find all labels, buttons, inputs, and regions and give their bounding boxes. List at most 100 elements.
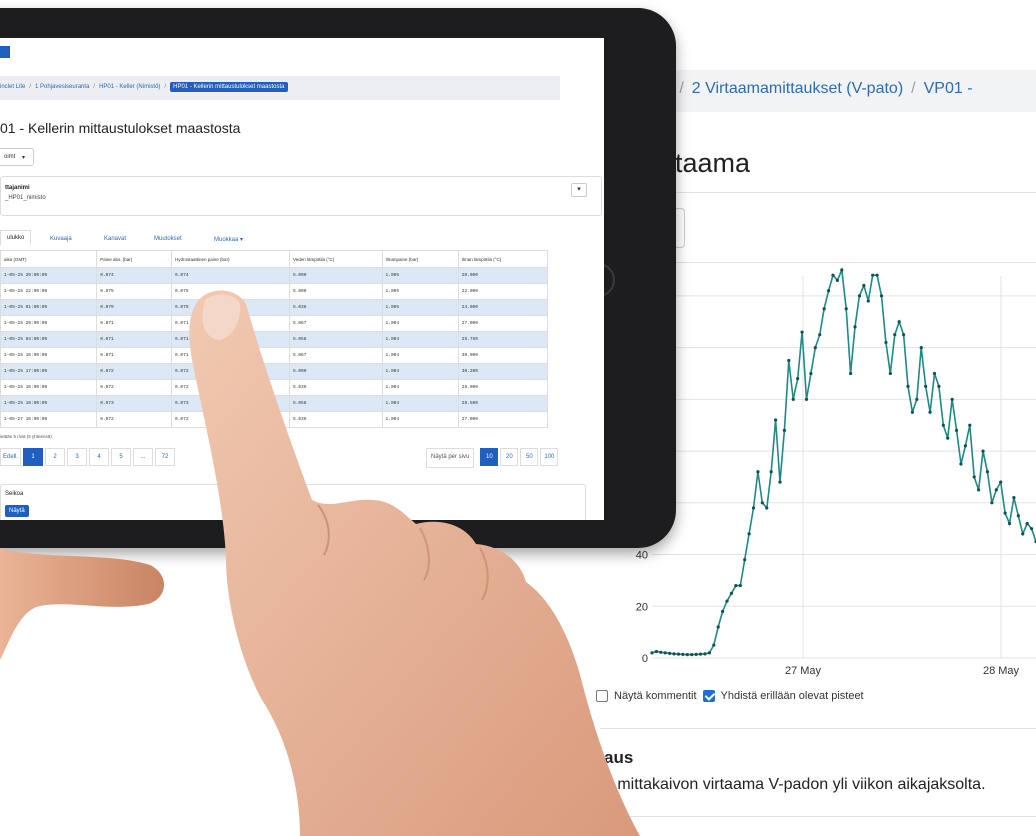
breadcrumb-item[interactable]: 1 Pohjavesiseuranta — [35, 84, 89, 90]
chart-point[interactable] — [681, 652, 685, 656]
chart-point[interactable] — [685, 653, 689, 657]
chart-point[interactable] — [1012, 496, 1016, 500]
chart-point[interactable] — [787, 358, 791, 363]
tab-chart[interactable]: Kuvaaja — [50, 236, 72, 242]
tab-table[interactable]: ulukko — [0, 230, 32, 245]
chart-point[interactable] — [796, 377, 800, 381]
chart-point[interactable] — [954, 428, 959, 432]
tab-edit[interactable]: Muokkaa ▾ — [214, 236, 243, 243]
chart-point[interactable] — [707, 651, 711, 655]
chart-point[interactable] — [747, 532, 751, 536]
chart-point[interactable] — [650, 651, 654, 655]
chart-point[interactable] — [985, 470, 990, 474]
chart-point[interactable] — [778, 480, 782, 484]
chart-point[interactable] — [844, 307, 848, 311]
chart-point[interactable] — [676, 652, 681, 656]
chart-point[interactable] — [1029, 527, 1034, 531]
breadcrumb-item[interactable]: VP01 - — [924, 80, 973, 97]
table-row[interactable]: 1-05-25 04:00:00 0.071 0.071 5.058 1.004 25.7… — [0, 331, 549, 348]
chart-point[interactable] — [888, 371, 892, 376]
chart-point[interactable] — [756, 470, 760, 474]
column-header[interactable]: Ilmanpaine (bar) — [381, 250, 459, 268]
column-header[interactable]: Hydrostaattinen paine (bar) — [171, 250, 290, 268]
tab-changes[interactable]: Muutokset — [154, 236, 182, 242]
column-header[interactable]: Ilman lämpötila (°C) — [457, 250, 549, 268]
chart-point[interactable] — [862, 283, 866, 288]
chart-point[interactable] — [950, 397, 954, 401]
chart-point[interactable] — [712, 643, 716, 647]
page-button[interactable]: 3 — [67, 448, 88, 466]
chart-point[interactable] — [721, 609, 725, 614]
chart-point[interactable] — [999, 480, 1003, 484]
actions-dropdown[interactable]: oimt ▾ — [0, 148, 34, 166]
column-header[interactable]: Veden lämpötila (°C) — [288, 250, 383, 268]
chart-point[interactable] — [910, 410, 915, 414]
page-button[interactable]: 4 — [89, 448, 110, 466]
breadcrumb-item[interactable]: inclet Lite — [0, 84, 25, 90]
chart-point[interactable] — [809, 371, 813, 376]
tab-channels[interactable]: Kanavat — [104, 236, 126, 242]
chart-point[interactable] — [773, 418, 778, 422]
table-row[interactable]: 1-05-25 20:00:00 0.071 0.071 5.067 1.004 27.0… — [0, 315, 549, 332]
per-page-option[interactable]: 20 — [500, 448, 519, 466]
connect-points-checkbox[interactable] — [702, 690, 715, 702]
table-row[interactable]: 1-05-25 16:00:00 0.072 0.072 5.036 1.004 28.0… — [0, 379, 549, 396]
table-row[interactable]: 1-05-27 16:00:00 0.072 0.072 5.036 1.004 27.0… — [0, 411, 549, 428]
chart-point[interactable] — [743, 558, 747, 562]
chart-point[interactable] — [690, 653, 694, 657]
table-row[interactable]: 1-05-25 22:00:00 0.075 0.075 5.000 1.005 22.0… — [0, 283, 549, 300]
chart-point[interactable] — [968, 423, 972, 427]
chart-point[interactable] — [959, 462, 963, 466]
chart-point[interactable] — [804, 397, 809, 401]
chart-point[interactable] — [813, 346, 817, 350]
chart-point[interactable] — [659, 650, 663, 654]
chart-point[interactable] — [818, 333, 822, 337]
chart-point[interactable] — [1025, 521, 1029, 526]
chart-point[interactable] — [835, 278, 839, 282]
chart-point[interactable] — [1021, 532, 1025, 536]
chart-point[interactable] — [729, 591, 734, 595]
chart-point[interactable] — [694, 652, 698, 656]
show-comments-checkbox[interactable] — [596, 690, 608, 702]
chart-point[interactable] — [875, 273, 879, 277]
chart-point[interactable] — [698, 652, 703, 656]
chart-point[interactable] — [822, 307, 826, 311]
chart-point[interactable] — [963, 444, 967, 448]
chart-point[interactable] — [1016, 514, 1020, 518]
chart-point[interactable] — [826, 289, 831, 293]
chart-point[interactable] — [915, 397, 919, 401]
chart-point[interactable] — [725, 599, 729, 603]
chart-point[interactable] — [893, 333, 897, 337]
page-button[interactable]: 1 — [23, 448, 44, 466]
chart-point[interactable] — [906, 384, 910, 388]
chart-point[interactable] — [672, 652, 676, 656]
chart-point[interactable] — [897, 320, 901, 324]
chart-point[interactable] — [990, 501, 994, 505]
chart-point[interactable] — [769, 470, 773, 474]
chart-point[interactable] — [760, 501, 764, 505]
chart-point[interactable] — [941, 423, 945, 427]
chart-point[interactable] — [716, 625, 720, 629]
page-button[interactable]: 72 — [155, 448, 176, 466]
chart-point[interactable] — [734, 583, 738, 588]
chart-point[interactable] — [871, 273, 875, 277]
column-header[interactable]: aika (GMT) — [0, 250, 98, 268]
chart-point[interactable] — [703, 652, 707, 656]
chart-point[interactable] — [751, 506, 756, 510]
chart-point[interactable] — [937, 384, 941, 388]
table-row[interactable]: 1-05-25 17:00:00 0.072 0.072 5.000 1.004 30.2… — [0, 363, 549, 380]
chart-point[interactable] — [994, 488, 998, 492]
chart-point[interactable] — [1003, 511, 1007, 515]
chart-point[interactable] — [977, 488, 981, 492]
chart-point[interactable] — [782, 428, 787, 432]
per-page-option[interactable]: 10 — [480, 448, 499, 466]
chart-point[interactable] — [928, 410, 932, 414]
table-row[interactable]: 1-05-25 10:00:00 0.073 0.073 5.058 1.004 28.5… — [0, 395, 549, 412]
chart-point[interactable] — [738, 583, 742, 588]
table-row[interactable]: 1-05-25 20:00:00 0.074 0.074 5.000 1.005 20.0… — [0, 267, 549, 284]
app-logo[interactable] — [0, 46, 10, 58]
page-button[interactable]: 5 — [111, 448, 132, 466]
table-row[interactable]: 1-05-25 01:00:00 0.079 0.079 5.036 1.005 24.0… — [0, 299, 549, 316]
chart-point[interactable] — [654, 649, 659, 654]
chart-point[interactable] — [831, 273, 835, 277]
